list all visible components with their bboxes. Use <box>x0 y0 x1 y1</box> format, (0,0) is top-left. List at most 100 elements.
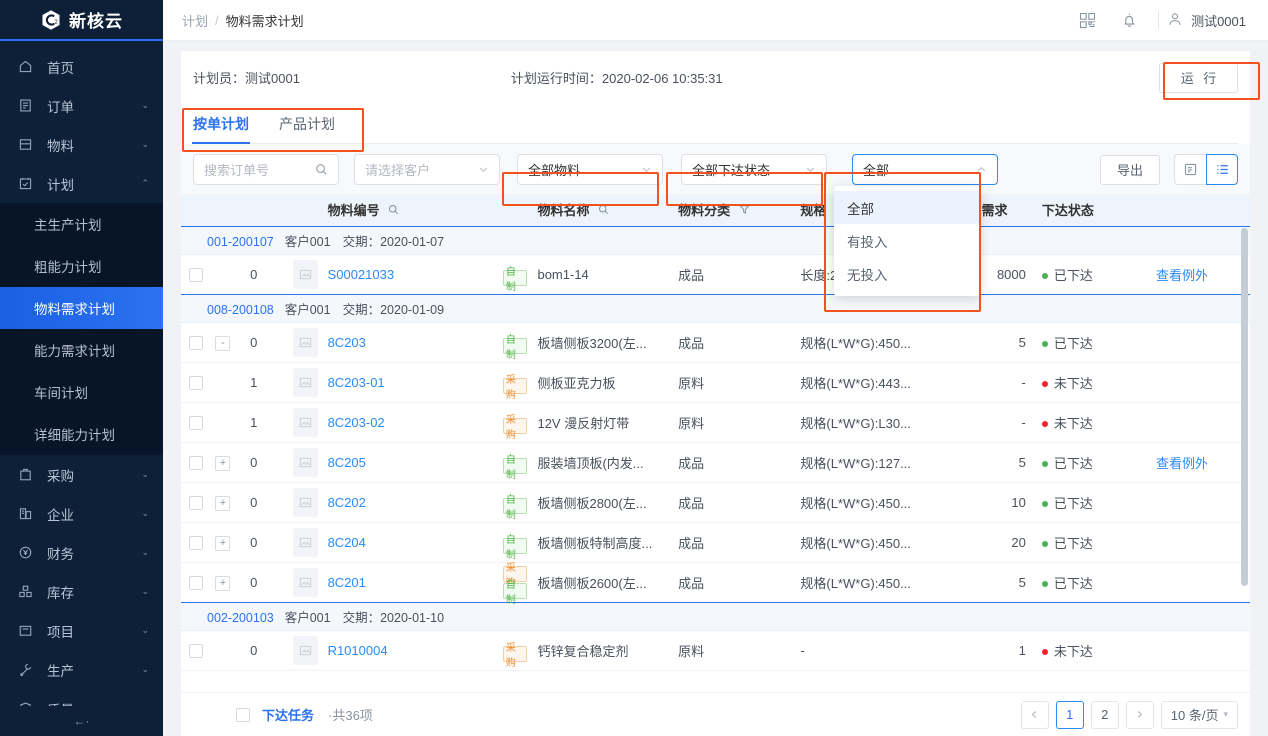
qrcode-icon[interactable] <box>1066 0 1108 41</box>
row-checkbox[interactable] <box>189 267 203 282</box>
search-icon[interactable] <box>315 163 328 176</box>
sidebar-item-inventory[interactable]: 库存 ⌄ <box>0 572 163 611</box>
row-expand-toggle[interactable]: - <box>215 335 231 351</box>
cell-material-category: 成品 <box>670 322 793 363</box>
row-expand-toggle[interactable]: + <box>215 495 231 511</box>
material-code-link[interactable]: 8C203 <box>328 335 366 350</box>
sidebar-item-material-requirement-plan[interactable]: 物料需求计划 <box>0 287 163 329</box>
table-row[interactable]: +0 8C205 自制 服装墙顶板(内发... 成品 规格(L*W*G):127... 5 已… <box>181 442 1250 483</box>
material-code-link[interactable]: 8C203-01 <box>328 375 385 390</box>
sidebar-item-plan[interactable]: 计划 ⌃ <box>0 164 163 203</box>
cell-thumbnail <box>284 562 320 603</box>
sidebar-item-purchase[interactable]: 采购 ⌄ <box>0 455 163 494</box>
dropdown-option-no-input[interactable]: 无投入 <box>834 257 980 290</box>
purchase-bag-icon <box>17 466 34 483</box>
pagination-prev[interactable] <box>1020 700 1049 729</box>
release-status-select[interactable]: 全部下达状态 <box>681 154 827 185</box>
run-button[interactable]: 运 行 <box>1159 62 1238 93</box>
user-menu[interactable]: 测试0001 <box>1167 11 1250 30</box>
tab-order-plan[interactable]: 按单计划 <box>192 114 250 144</box>
table-row[interactable]: -0 8C203 自制 板墙侧板3200(左... 成品 规格(L*W*G):450...… <box>181 322 1250 363</box>
cell-release-status: 已下达 <box>1033 522 1148 563</box>
group-order-id[interactable]: 001-200107 <box>207 235 274 249</box>
sidebar-item-material[interactable]: 物料 ⌄ <box>0 125 163 164</box>
search-icon[interactable] <box>388 205 399 218</box>
sidebar-item-home[interactable]: 首页 <box>0 47 163 86</box>
select-all-checkbox[interactable] <box>236 707 250 722</box>
sidebar-item-production[interactable]: 生产 ⌄ <box>0 650 163 689</box>
pagination-next[interactable] <box>1125 700 1154 729</box>
sidebar-item-project[interactable]: 项目 ⌄ <box>0 611 163 650</box>
row-checkbox[interactable] <box>189 455 203 470</box>
view-exception-link[interactable]: 查看例外 <box>1156 456 1208 471</box>
row-expand-toggle[interactable]: + <box>215 575 231 591</box>
filter-toolbar: 搜索订单号 请选择客户 全部物料 全部下达状态 全部 导出 全部 有投入 无投入 <box>181 144 1250 296</box>
material-code-link[interactable]: 8C205 <box>328 455 366 470</box>
sidebar-item-master-production-plan[interactable]: 主生产计划 <box>0 203 163 245</box>
material-code-link[interactable]: 8C201 <box>328 575 366 590</box>
view-exception-link[interactable]: 查看例外 <box>1156 268 1208 283</box>
sidebar-item-rough-capacity-plan[interactable]: 粗能力计划 <box>0 245 163 287</box>
row-checkbox[interactable] <box>189 415 203 430</box>
card-view-icon[interactable] <box>1174 154 1206 185</box>
row-checkbox[interactable] <box>189 375 203 390</box>
sidebar-item-label: 项目 <box>47 624 74 640</box>
th-action <box>1148 194 1250 227</box>
sidebar-item-detailed-capacity-plan[interactable]: 详细能力计划 <box>0 413 163 455</box>
row-checkbox[interactable] <box>189 535 203 550</box>
table-row[interactable]: +0 8C202 自制 板墙侧板2800(左... 成品 规格(L*W*G):450...… <box>181 482 1250 523</box>
table-row[interactable]: 1 8C203-01 采购 侧板亚克力板 原料 规格(L*W*G):443... - 未下达 <box>181 362 1250 403</box>
list-view-icon[interactable] <box>1206 154 1238 185</box>
status-dot <box>1041 581 1048 588</box>
group-order-id[interactable]: 002-200103 <box>207 611 274 625</box>
material-code-link[interactable]: 8C203-02 <box>328 415 385 430</box>
sidebar-item-capacity-requirement-plan[interactable]: 能力需求计划 <box>0 329 163 371</box>
material-code-link[interactable]: R1010004 <box>328 643 388 658</box>
row-expand-toggle[interactable]: + <box>215 535 231 551</box>
chevron-down-icon: ⌄ <box>141 586 149 596</box>
row-checkbox[interactable] <box>189 643 203 658</box>
material-code-link[interactable]: S00021033 <box>328 267 395 282</box>
release-task-button[interactable]: 下达任务 <box>262 705 314 724</box>
customer-select[interactable]: 请选择客户 <box>354 154 500 185</box>
pagination-page-2[interactable]: 2 <box>1090 700 1119 729</box>
input-filter-select[interactable]: 全部 <box>852 154 998 185</box>
bell-icon[interactable] <box>1108 0 1150 41</box>
order-search-input[interactable]: 搜索订单号 <box>193 154 339 185</box>
dropdown-option-all[interactable]: 全部 <box>834 191 980 224</box>
row-checkbox[interactable] <box>189 335 203 350</box>
tab-product-plan[interactable]: 产品计划 <box>279 114 335 143</box>
sidebar-subitem-label: 详细能力计划 <box>34 428 115 443</box>
export-button[interactable]: 导出 <box>1099 154 1160 185</box>
brand-logo[interactable]: 2 新核云 <box>0 0 163 41</box>
page-size-select[interactable]: 10 条/页 ▾ <box>1160 700 1238 729</box>
group-order-id[interactable]: 008-200108 <box>207 303 274 317</box>
filter-icon[interactable] <box>738 205 750 218</box>
topbar-actions: 测试0001 <box>1066 0 1250 41</box>
dropdown-option-has-input[interactable]: 有投入 <box>834 224 980 257</box>
search-icon[interactable] <box>598 205 609 218</box>
chevron-down-icon <box>478 164 489 175</box>
sidebar-item-enterprise[interactable]: 企业 ⌄ <box>0 494 163 533</box>
table-row[interactable]: 0 S00021033 自制 bom1-14 成品 长度:24 8000 已下达 查看例外 <box>181 254 1250 295</box>
sidebar-item-finance[interactable]: 财务 ⌄ <box>0 533 163 572</box>
table-row[interactable]: 0 R1010004 采购 钙锌复合稳定剂 原料 -1 未下达 <box>181 630 1250 671</box>
table-row[interactable]: +0 8C204 自制 板墙侧板特制高度... 成品 规格(L*W*G):450... 20… <box>181 522 1250 563</box>
pagination-page-1[interactable]: 1 <box>1055 700 1084 729</box>
sidebar-collapse-toggle[interactable]: ←· <box>0 706 163 736</box>
table-row[interactable]: 1 8C203-02 采购 12V 漫反射灯带 原料 规格(L*W*G):L30... - 未… <box>181 402 1250 443</box>
material-code-link[interactable]: 8C204 <box>328 535 366 550</box>
material-select[interactable]: 全部物料 <box>517 154 663 185</box>
row-checkbox[interactable] <box>189 575 203 590</box>
row-checkbox[interactable] <box>189 495 203 510</box>
material-code-link[interactable]: 8C202 <box>328 495 366 510</box>
table-vertical-scrollbar[interactable] <box>1241 228 1248 586</box>
sidebar-item-order[interactable]: 订单 ⌄ <box>0 86 163 125</box>
breadcrumb-parent[interactable]: 计划 <box>182 11 208 30</box>
table-row[interactable]: +0 8C201 采购自制板墙侧板2600(左...成品规格(L*W*G):450.… <box>181 562 1250 606</box>
row-expand-toggle[interactable]: + <box>215 455 231 471</box>
group-customer: 客户001 <box>284 302 331 317</box>
folder-icon <box>17 622 34 639</box>
sidebar-item-workshop-plan[interactable]: 车间计划 <box>0 371 163 413</box>
chevron-down-icon: ⌄ <box>141 547 149 557</box>
